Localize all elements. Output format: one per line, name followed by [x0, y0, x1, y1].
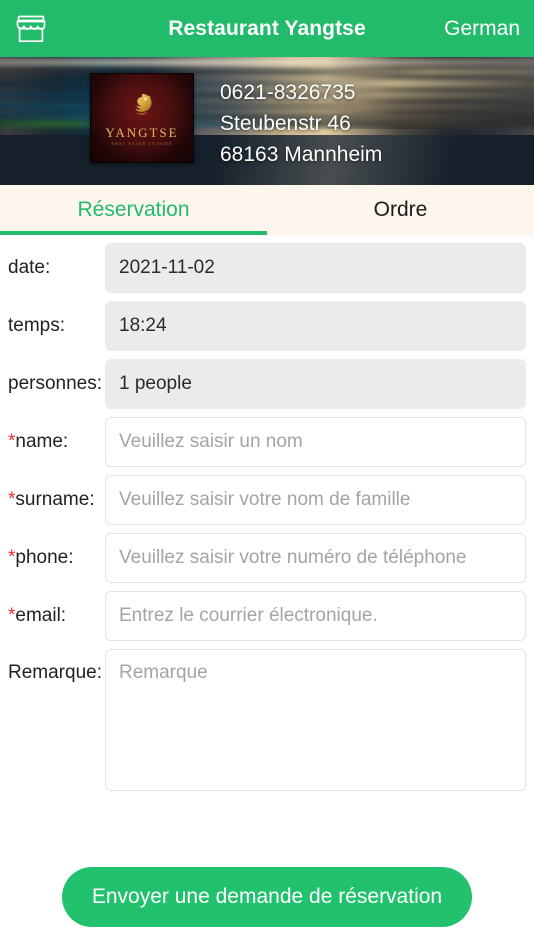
restaurant-phone: 0621-8326735: [220, 81, 356, 104]
submit-area: Envoyer une demande de réservation: [0, 867, 534, 927]
reservation-page: Restaurant Yangtse German YANGTSE EAST A…: [0, 0, 534, 950]
restaurant-contact-info: 0621-8326735 Steubenstr 46 68163 Mannhei…: [220, 73, 382, 170]
storefront-icon[interactable]: [14, 12, 48, 46]
date-field[interactable]: 2021-11-02: [105, 243, 526, 293]
yangtse-bird-icon: [125, 90, 159, 124]
label-temps: temps:: [8, 315, 66, 336]
restaurant-logo: YANGTSE EAST ASIAN CUISINE: [90, 73, 194, 163]
form-row-phone: *phone: Veuillez saisir votre numéro de …: [8, 533, 526, 583]
restaurant-city: 68163 Mannheim: [220, 143, 383, 166]
name-input[interactable]: Veuillez saisir un nom: [105, 417, 526, 467]
label-personnes: personnes:: [8, 373, 103, 394]
form-row-date: date: 2021-11-02: [8, 243, 526, 293]
tab-reservation[interactable]: Réservation: [0, 185, 267, 235]
form-row-email: *email: Entrez le courrier électronique.: [8, 591, 526, 641]
logo-name: YANGTSE: [105, 125, 179, 140]
label-remarque: Remarque:: [8, 662, 102, 683]
reservation-form: date: 2021-11-02 temps: 18:24 personnes:…: [0, 235, 534, 791]
form-row-surname: *surname: Veuillez saisir votre nom de f…: [8, 475, 526, 525]
form-row-people: personnes: 1 people: [8, 359, 526, 409]
form-row-time: temps: 18:24: [8, 301, 526, 351]
send-reservation-request-button[interactable]: Envoyer une demande de réservation: [61, 867, 473, 927]
label-name-text: name:: [15, 431, 69, 452]
email-input[interactable]: Entrez le courrier électronique.: [105, 591, 526, 641]
form-row-name: *name: Veuillez saisir un nom: [8, 417, 526, 467]
time-field[interactable]: 18:24: [105, 301, 526, 351]
logo-subtitle: EAST ASIAN CUISINE: [111, 141, 173, 146]
restaurant-banner: YANGTSE EAST ASIAN CUISINE 0621-8326735 …: [0, 57, 534, 185]
restaurant-street: Steubenstr 46: [220, 112, 351, 135]
label-name: *name:: [8, 417, 105, 454]
language-selector[interactable]: German: [444, 17, 520, 41]
label-surname: *surname:: [8, 475, 105, 512]
form-row-remark: Remarque: Remarque: [8, 649, 526, 791]
label-email-text: email:: [15, 605, 67, 626]
label-phone: *phone:: [8, 533, 105, 570]
label-surname-text: surname:: [15, 489, 95, 510]
app-header: Restaurant Yangtse German: [0, 0, 534, 57]
phone-input[interactable]: Veuillez saisir votre numéro de téléphon…: [105, 533, 526, 583]
people-field[interactable]: 1 people: [105, 359, 526, 409]
tab-bar: Réservation Ordre: [0, 185, 534, 235]
label-phone-text: phone:: [15, 547, 74, 568]
surname-input[interactable]: Veuillez saisir votre nom de famille: [105, 475, 526, 525]
label-date: date:: [8, 257, 51, 278]
tab-order[interactable]: Ordre: [267, 185, 534, 235]
remark-textarea[interactable]: Remarque: [105, 649, 526, 791]
label-email: *email:: [8, 591, 105, 628]
